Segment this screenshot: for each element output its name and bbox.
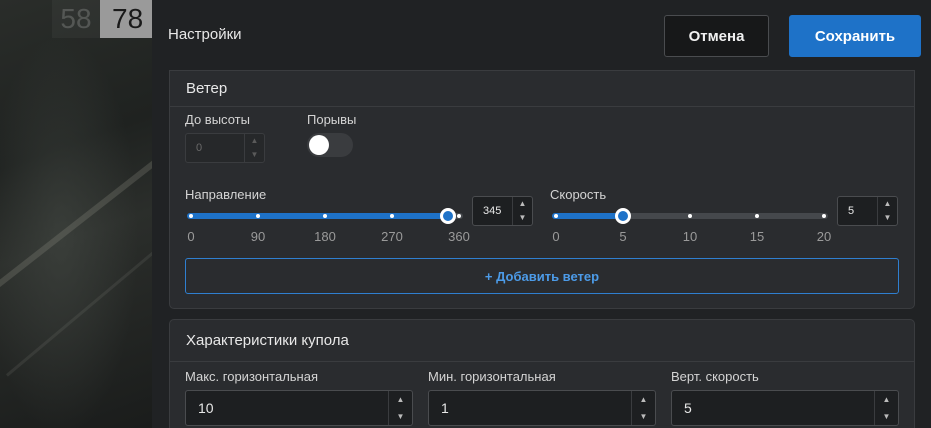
max-horizontal-value: 10: [198, 400, 214, 416]
chevron-up-icon[interactable]: ▲: [875, 391, 898, 408]
map-background: 58 78: [0, 0, 195, 428]
direction-input[interactable]: 345 ▲ ▼: [472, 196, 533, 226]
settings-panel: Настройки Отмена Сохранить Ветер До высо…: [152, 0, 931, 428]
chevron-up-icon[interactable]: ▲: [389, 391, 412, 408]
direction-slider-mark: [189, 214, 193, 218]
speed-slider-mark: [822, 214, 826, 218]
speed-slider-mark: [688, 214, 692, 218]
min-horizontal-spinner[interactable]: ▲ ▼: [631, 391, 655, 425]
direction-tick-label: 270: [381, 229, 403, 244]
speed-slider-mark: [554, 214, 558, 218]
altitude-value: 0: [196, 142, 203, 154]
toggle-knob: [309, 135, 329, 155]
direction-slider-fill: [187, 213, 448, 219]
direction-tick-label: 180: [314, 229, 336, 244]
max-horizontal-label: Макс. горизонтальная: [185, 369, 319, 384]
max-horizontal-input[interactable]: 10 ▲ ▼: [185, 390, 413, 426]
cancel-button[interactable]: Отмена: [664, 15, 769, 57]
chevron-down-icon[interactable]: ▼: [875, 408, 898, 425]
speed-slider[interactable]: [552, 208, 828, 224]
direction-label: Направление: [185, 187, 267, 202]
altitude-spinner[interactable]: ▲ ▼: [244, 134, 264, 162]
chevron-up-icon[interactable]: ▲: [513, 197, 532, 211]
wind-section-title: Ветер: [170, 71, 914, 107]
altitude-label: До высоты: [185, 112, 250, 127]
chevron-down-icon[interactable]: ▼: [513, 211, 532, 225]
gusts-toggle[interactable]: [307, 133, 353, 157]
speed-tick-label: 0: [552, 229, 560, 244]
direction-tick-label: 90: [250, 229, 266, 244]
altitude-input[interactable]: 0 ▲ ▼: [185, 133, 265, 163]
chevron-up-icon[interactable]: ▲: [632, 391, 655, 408]
add-wind-button[interactable]: + Добавить ветер: [185, 258, 899, 294]
speed-slider-fill: [552, 213, 623, 219]
min-horizontal-label: Мин. горизонтальная: [428, 369, 556, 384]
direction-value: 345: [483, 205, 502, 217]
vertical-speed-spinner[interactable]: ▲ ▼: [874, 391, 898, 425]
speed-tick-label: 15: [749, 229, 765, 244]
dome-section: Характеристики купола Макс. горизонтальн…: [169, 319, 915, 428]
direction-slider-thumb[interactable]: [439, 208, 456, 224]
min-horizontal-value: 1: [441, 400, 449, 416]
gusts-label: Порывы: [307, 112, 357, 127]
vertical-speed-label: Верт. скорость: [671, 369, 759, 384]
direction-slider-mark: [323, 214, 327, 218]
direction-tick-label: 360: [448, 229, 470, 244]
direction-slider-mark: [256, 214, 260, 218]
dome-section-title: Характеристики купола: [170, 320, 914, 362]
direction-slider[interactable]: [187, 208, 463, 224]
speed-slider-thumb[interactable]: [615, 208, 631, 224]
chevron-down-icon[interactable]: ▼: [632, 408, 655, 425]
speed-tick-label: 10: [682, 229, 698, 244]
chevron-down-icon[interactable]: ▼: [878, 211, 897, 225]
vertical-speed-input[interactable]: 5 ▲ ▼: [671, 390, 899, 426]
chevron-down-icon[interactable]: ▼: [389, 408, 412, 425]
wind-section: Ветер До высоты 0 ▲ ▼ Порывы Направление…: [169, 70, 915, 309]
chevron-up-icon[interactable]: ▲: [245, 134, 264, 148]
vertical-speed-value: 5: [684, 400, 692, 416]
save-button[interactable]: Сохранить: [789, 15, 921, 57]
map-tile-label: 58: [52, 0, 100, 38]
speed-tick-label: 20: [816, 229, 832, 244]
min-horizontal-input[interactable]: 1 ▲ ▼: [428, 390, 656, 426]
direction-slider-mark: [457, 214, 461, 218]
max-horizontal-spinner[interactable]: ▲ ▼: [388, 391, 412, 425]
direction-slider-mark: [390, 214, 394, 218]
page-title: Настройки: [168, 26, 242, 43]
speed-label: Скорость: [550, 187, 607, 202]
chevron-up-icon[interactable]: ▲: [878, 197, 897, 211]
settings-header: Настройки Отмена Сохранить: [152, 0, 931, 70]
chevron-down-icon[interactable]: ▼: [245, 148, 264, 162]
speed-tick-label: 5: [619, 229, 627, 244]
speed-slider-mark: [755, 214, 759, 218]
speed-input[interactable]: 5 ▲ ▼: [837, 196, 898, 226]
direction-tick-label: 0: [187, 229, 195, 244]
speed-spinner[interactable]: ▲ ▼: [877, 197, 897, 225]
map-tile-label: 78: [100, 0, 152, 38]
speed-value: 5: [848, 205, 855, 217]
direction-spinner[interactable]: ▲ ▼: [512, 197, 532, 225]
